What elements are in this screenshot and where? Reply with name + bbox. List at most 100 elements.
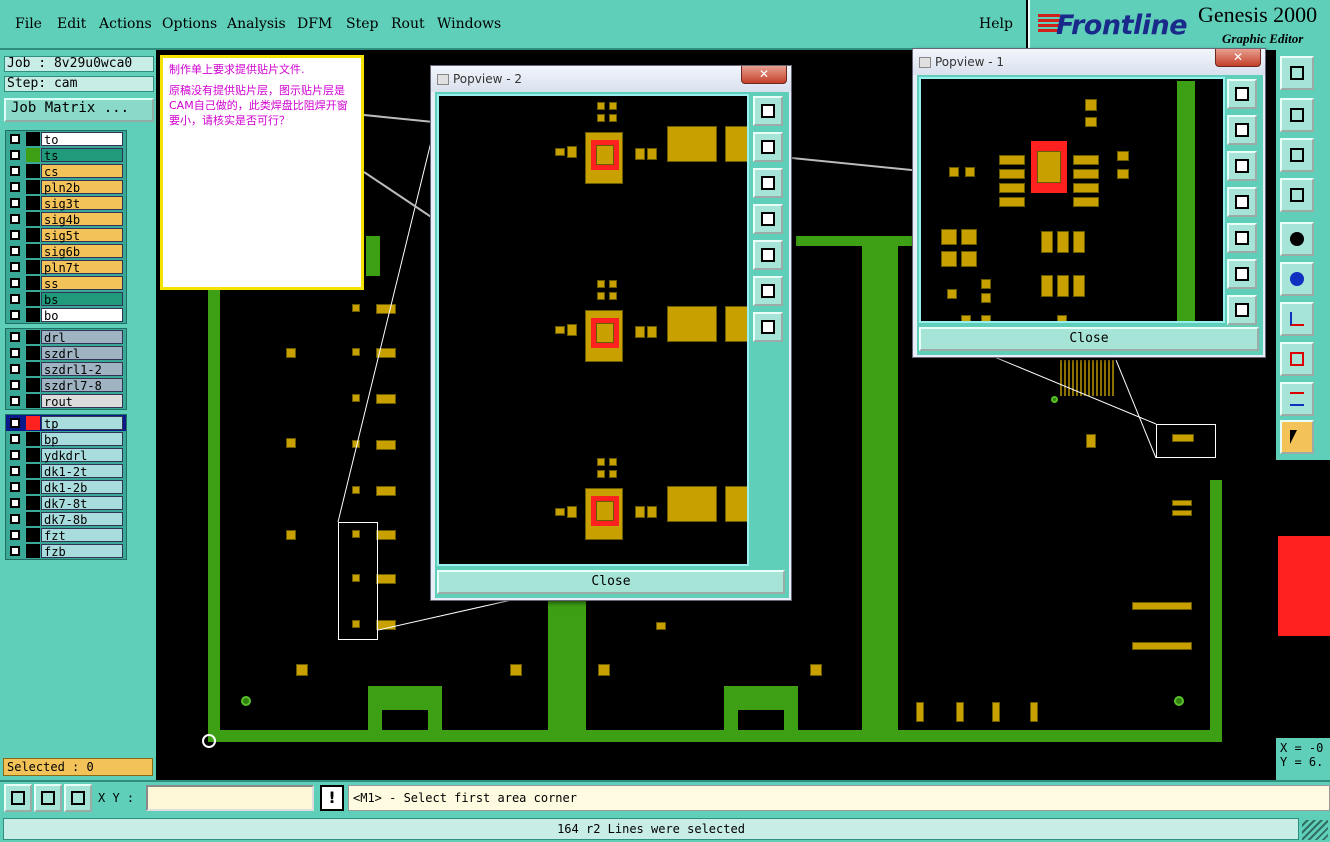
layer-color-swatch[interactable] xyxy=(26,480,40,494)
layer-color-swatch[interactable] xyxy=(26,228,40,242)
layer-color-swatch[interactable] xyxy=(26,330,40,344)
zoom-fit-button[interactable] xyxy=(1227,79,1257,109)
layer-color-swatch[interactable] xyxy=(26,512,40,526)
layer-color-swatch[interactable] xyxy=(26,416,40,430)
layer-checkbox[interactable] xyxy=(10,166,20,176)
layer-row-bs[interactable]: bs xyxy=(6,291,126,307)
layer-name[interactable]: fzb xyxy=(41,544,123,559)
layer-color-swatch[interactable] xyxy=(26,362,40,376)
layer-row-dk1-2b[interactable]: dk1-2b xyxy=(6,479,126,495)
layer-name[interactable]: szdrl1-2 xyxy=(41,362,123,377)
layer-checkbox[interactable] xyxy=(10,530,20,540)
layer-name[interactable]: drl xyxy=(41,330,123,345)
layer-color-swatch[interactable] xyxy=(26,244,40,258)
layer-row-sig5t[interactable]: sig5t xyxy=(6,227,126,243)
layer-color-swatch[interactable] xyxy=(26,378,40,392)
menu-analysis[interactable]: Analysis xyxy=(227,16,286,32)
layer-color-swatch[interactable] xyxy=(26,276,40,290)
layer-checkbox[interactable] xyxy=(10,134,20,144)
layer-row-pln2b[interactable]: pln2b xyxy=(6,179,126,195)
layer-name[interactable]: dk1-2b xyxy=(41,480,123,495)
toolbar-button[interactable] xyxy=(1280,98,1314,132)
layer-row-bp[interactable]: bp xyxy=(6,431,126,447)
layer-row-tp[interactable]: tp xyxy=(6,415,126,431)
toolbar-button[interactable] xyxy=(1280,178,1314,212)
layer-checkbox[interactable] xyxy=(10,450,20,460)
pan-up-button[interactable] xyxy=(1227,115,1257,145)
layer-row-dk1-2t[interactable]: dk1-2t xyxy=(6,463,126,479)
layer-checkbox[interactable] xyxy=(10,380,20,390)
toolbar-button[interactable] xyxy=(1280,302,1314,336)
layer-row-szdrl7-8[interactable]: szdrl7-8 xyxy=(6,377,126,393)
menu-dfm[interactable]: DFM xyxy=(297,16,332,32)
layer-checkbox[interactable] xyxy=(10,150,20,160)
layer-checkbox[interactable] xyxy=(10,546,20,556)
layer-color-swatch[interactable] xyxy=(26,464,40,478)
layer-name[interactable]: sig3t xyxy=(41,196,123,211)
menu-step[interactable]: Step xyxy=(346,16,378,32)
layer-name[interactable]: sig6b xyxy=(41,244,123,259)
layer-name[interactable]: fzt xyxy=(41,528,123,543)
layer-name[interactable]: to xyxy=(41,132,123,147)
layer-color-swatch[interactable] xyxy=(26,528,40,542)
layer-checkbox[interactable] xyxy=(10,498,20,508)
layer-row-sig6b[interactable]: sig6b xyxy=(6,243,126,259)
layer-row-ydkdrl[interactable]: ydkdrl xyxy=(6,447,126,463)
xy-input[interactable] xyxy=(146,785,314,811)
menu-edit[interactable]: Edit xyxy=(57,16,86,32)
toolbar-button[interactable] xyxy=(1280,342,1314,376)
layer-checkbox[interactable] xyxy=(10,482,20,492)
layer-checkbox[interactable] xyxy=(10,466,20,476)
layer-name[interactable]: szdrl xyxy=(41,346,123,361)
menu-windows[interactable]: Windows xyxy=(437,16,501,32)
layer-name[interactable]: szdrl7-8 xyxy=(41,378,123,393)
popview-2-close-button[interactable]: Close xyxy=(437,570,785,594)
toolbar-button[interactable] xyxy=(1280,262,1314,296)
menu-file[interactable]: File xyxy=(15,16,42,32)
layer-name[interactable]: bp xyxy=(41,432,123,447)
layer-checkbox[interactable] xyxy=(10,514,20,524)
zoom-in-button[interactable] xyxy=(753,276,783,306)
toolbar-button[interactable] xyxy=(1280,56,1314,90)
pan-right-button[interactable] xyxy=(753,240,783,270)
layer-checkbox[interactable] xyxy=(10,182,20,192)
layer-color-swatch[interactable] xyxy=(26,180,40,194)
layer-checkbox[interactable] xyxy=(10,262,20,272)
layer-color-swatch[interactable] xyxy=(26,496,40,510)
overview-map[interactable] xyxy=(1278,460,1330,740)
popview-2-titlebar[interactable]: Popview - 2 ✕ xyxy=(431,66,791,92)
zoom-in-button[interactable] xyxy=(1227,259,1257,289)
grid-button[interactable] xyxy=(64,784,92,812)
layer-name[interactable]: bs xyxy=(41,292,123,307)
layer-checkbox[interactable] xyxy=(10,348,20,358)
layer-color-swatch[interactable] xyxy=(26,148,40,162)
layer-row-sig3t[interactable]: sig3t xyxy=(6,195,126,211)
layer-row-bo[interactable]: bo xyxy=(6,307,126,323)
layer-name[interactable]: ts xyxy=(41,148,123,163)
layer-name[interactable]: tp xyxy=(41,416,123,431)
resize-grip-icon[interactable] xyxy=(1302,820,1328,840)
layer-name[interactable]: dk7-8t xyxy=(41,496,123,511)
layer-row-to[interactable]: to xyxy=(6,131,126,147)
layer-checkbox[interactable] xyxy=(10,278,20,288)
layer-color-swatch[interactable] xyxy=(26,544,40,558)
measure-button[interactable] xyxy=(34,784,62,812)
popview-1-titlebar[interactable]: Popview - 1 ✕ xyxy=(913,49,1265,75)
popview-2-view[interactable] xyxy=(437,94,749,566)
layer-row-fzt[interactable]: fzt xyxy=(6,527,126,543)
job-matrix-button[interactable]: Job Matrix ... xyxy=(4,98,154,122)
layer-name[interactable]: ss xyxy=(41,276,123,291)
layer-row-ts[interactable]: ts xyxy=(6,147,126,163)
layer-name[interactable]: sig4b xyxy=(41,212,123,227)
layer-row-pln7t[interactable]: pln7t xyxy=(6,259,126,275)
toolbar-button[interactable] xyxy=(1280,138,1314,172)
alert-icon[interactable]: ! xyxy=(320,785,344,811)
layer-checkbox[interactable] xyxy=(10,214,20,224)
layer-row-szdrl[interactable]: szdrl xyxy=(6,345,126,361)
layer-checkbox[interactable] xyxy=(10,198,20,208)
layer-checkbox[interactable] xyxy=(10,332,20,342)
zoom-out-button[interactable] xyxy=(1227,295,1257,325)
layer-row-dk7-8t[interactable]: dk7-8t xyxy=(6,495,126,511)
layer-checkbox[interactable] xyxy=(10,396,20,406)
zoom-fit-button[interactable] xyxy=(753,96,783,126)
